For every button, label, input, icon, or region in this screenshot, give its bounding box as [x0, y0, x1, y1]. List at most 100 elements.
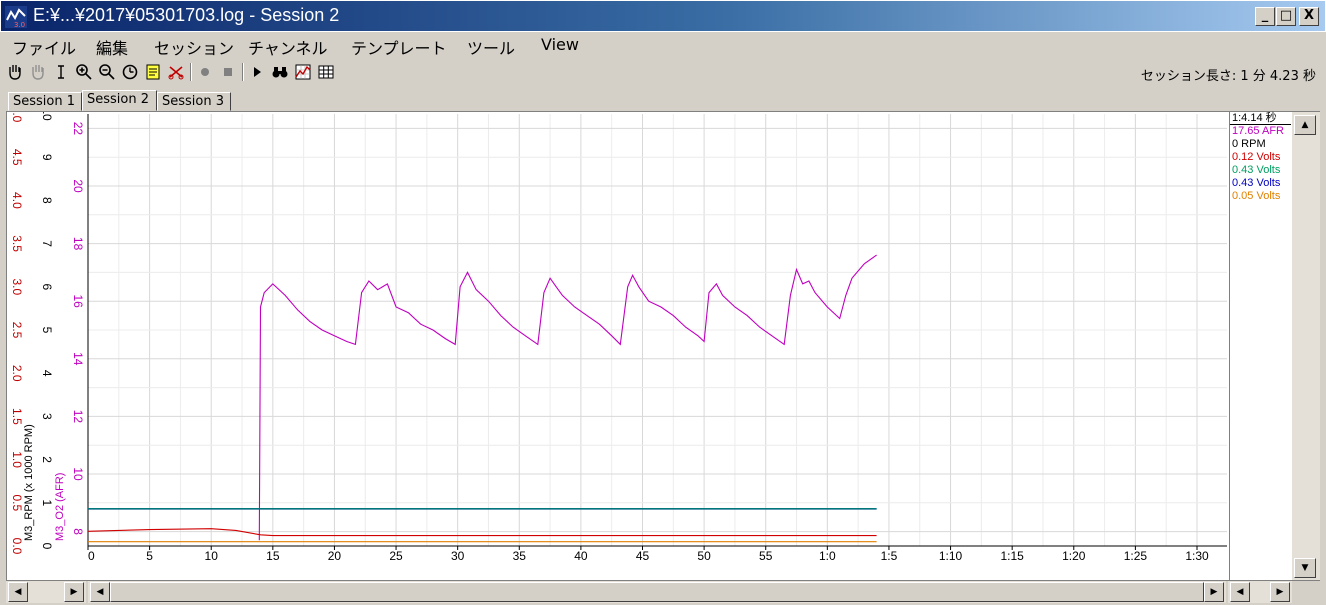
- x-tick-label: 0: [88, 549, 95, 563]
- toolbar: [0, 58, 1326, 86]
- cut-icon[interactable]: [166, 62, 186, 82]
- scroll-right-button[interactable]: ▶: [1270, 582, 1290, 602]
- y-tick-label: 1: [40, 499, 54, 506]
- y-tick-label: 4.5: [10, 149, 24, 166]
- y-tick-label: 9: [40, 154, 54, 161]
- x-tick-label: 1:15: [1000, 549, 1024, 563]
- y-tick-label: 0.0: [10, 538, 24, 555]
- legend-item-volts-orange: 0.05 Volts: [1232, 190, 1281, 202]
- legend-item-volts-green: 0.43 Volts: [1232, 164, 1281, 176]
- x-tick-label: 30: [451, 549, 465, 563]
- zoom-out-icon[interactable]: [97, 62, 117, 82]
- chart-icon[interactable]: [293, 62, 313, 82]
- menu-tools[interactable]: ツール: [467, 35, 515, 59]
- hand-disabled-icon[interactable]: [28, 62, 48, 82]
- play-icon[interactable]: [247, 62, 267, 82]
- minimize-button[interactable]: _: [1255, 7, 1275, 26]
- x-tick-label: 1:5: [881, 549, 898, 563]
- scroll-right-button[interactable]: ▶: [1204, 582, 1224, 602]
- scroll-left-button[interactable]: ◀: [1230, 582, 1250, 602]
- y-tick-label: 4.0: [10, 192, 24, 209]
- record-icon[interactable]: [195, 62, 215, 82]
- menu-template[interactable]: テンプレート: [351, 35, 447, 59]
- session-tabs: Session 1 Session 2 Session 3: [0, 90, 1326, 112]
- y-tick-label: 4: [40, 370, 54, 377]
- x-tick-label: 45: [636, 549, 650, 563]
- x-tick-label: 10: [205, 549, 219, 563]
- tab-session-3[interactable]: Session 3: [157, 92, 231, 111]
- y-tick-label: 2.5: [10, 322, 24, 339]
- toolbar-separator: [190, 63, 192, 81]
- left-horizontal-scrollbar[interactable]: ◀ ▶: [6, 581, 86, 603]
- legend: 1:4.14 秒 17.65 AFR 0 RPM 0.12 Volts 0.43…: [1229, 112, 1291, 580]
- zoom-in-icon[interactable]: [74, 62, 94, 82]
- y-tick-label: 3.5: [10, 235, 24, 252]
- zoom-reset-icon[interactable]: [120, 62, 140, 82]
- maximize-button[interactable]: □: [1276, 7, 1296, 26]
- menu-bar: ファイル 編集 セッション チャンネル テンプレート ツール View: [0, 32, 1326, 58]
- x-tick-label: 50: [697, 549, 711, 563]
- y-tick-label: 22: [71, 122, 85, 136]
- x-tick-label: 1:25: [1124, 549, 1148, 563]
- menu-session[interactable]: セッション: [154, 35, 234, 59]
- y-tick-label: 12: [71, 410, 85, 424]
- binoculars-icon[interactable]: [270, 62, 290, 82]
- y-tick-label: 1.5: [10, 408, 24, 425]
- tab-session-1[interactable]: Session 1: [8, 92, 82, 111]
- session-length: セッション長さ: 1 分 4.23 秒: [1140, 69, 1316, 84]
- legend-item-afr: 17.65 AFR: [1232, 125, 1284, 137]
- y-tick-label: 8: [40, 197, 54, 204]
- x-tick-label: 1:10: [939, 549, 963, 563]
- scroll-left-button[interactable]: ◀: [8, 582, 28, 602]
- y-tick-label: 10: [71, 467, 85, 481]
- legend-time: 1:4.14 秒: [1230, 112, 1291, 125]
- grid-icon[interactable]: [316, 62, 336, 82]
- toolbar-separator: [242, 63, 244, 81]
- scroll-down-button[interactable]: ▼: [1294, 558, 1316, 578]
- y-tick-label: 18: [71, 237, 85, 251]
- x-tick-label: 5: [146, 549, 153, 563]
- vertical-scrollbar[interactable]: ▲ ▼: [1292, 112, 1320, 580]
- y-tick-label: 3.0: [10, 278, 24, 295]
- y-tick-label: 16: [71, 295, 85, 309]
- menu-channel[interactable]: チャンネル: [248, 35, 328, 59]
- menu-file[interactable]: ファイル: [12, 35, 76, 59]
- stop-icon[interactable]: [218, 62, 238, 82]
- chart-area[interactable]: 0 5 10 15 20 25 30 35 40 45 50 55 1:0 1:5 1:10 1:15 1:20…: [6, 111, 1320, 581]
- x-tick-label: 55: [759, 549, 773, 563]
- y-tick-label: 8: [71, 528, 85, 535]
- scroll-thumb[interactable]: [110, 582, 1204, 602]
- y-tick-label: 1.0: [10, 451, 24, 468]
- chart-horizontal-scrollbar[interactable]: ◀ ▶: [88, 581, 1226, 603]
- hand-icon[interactable]: [5, 62, 25, 82]
- y-tick-label: 2: [40, 456, 54, 463]
- y-axis-label: M3_RPM (x 1000 RPM): [23, 424, 35, 541]
- y-axis-label: M3_O2 (AFR): [54, 473, 66, 541]
- tab-session-2[interactable]: Session 2: [82, 90, 157, 111]
- y-tick-label: 20: [71, 179, 85, 193]
- note-icon[interactable]: [143, 62, 163, 82]
- menu-view[interactable]: View: [541, 35, 579, 54]
- scroll-up-button[interactable]: ▲: [1294, 115, 1316, 135]
- y-tick-label: 10: [40, 112, 54, 121]
- y-tick-label: 5.0: [10, 112, 24, 123]
- y-tick-label: 7: [40, 240, 54, 247]
- legend-item-volts-blue: 0.43 Volts: [1232, 177, 1281, 189]
- app-icon: 3.0: [5, 6, 27, 28]
- chart-svg[interactable]: 0 5 10 15 20 25 30 35 40 45 50 55 1:0 1:5 1:10 1:15 1:20…: [7, 112, 1229, 580]
- scroll-right-button[interactable]: ▶: [64, 582, 84, 602]
- y-tick-label: 0.5: [10, 494, 24, 511]
- x-tick-label: 35: [513, 549, 527, 563]
- x-tick-label: 20: [328, 549, 342, 563]
- scroll-left-button[interactable]: ◀: [90, 582, 110, 602]
- x-tick-label: 1:20: [1062, 549, 1086, 563]
- x-tick-label: 25: [389, 549, 403, 563]
- menu-edit[interactable]: 編集: [96, 35, 128, 59]
- x-tick-label: 15: [266, 549, 280, 563]
- title-bar[interactable]: 3.0 E:¥...¥2017¥05301703.log - Session 2…: [0, 0, 1326, 32]
- legend-horizontal-scrollbar[interactable]: ◀ ▶: [1228, 581, 1292, 603]
- legend-item-volts-red: 0.12 Volts: [1232, 151, 1281, 163]
- cursor-i-icon[interactable]: [51, 62, 71, 82]
- x-tick-label: 40: [574, 549, 588, 563]
- close-button[interactable]: X: [1299, 7, 1319, 26]
